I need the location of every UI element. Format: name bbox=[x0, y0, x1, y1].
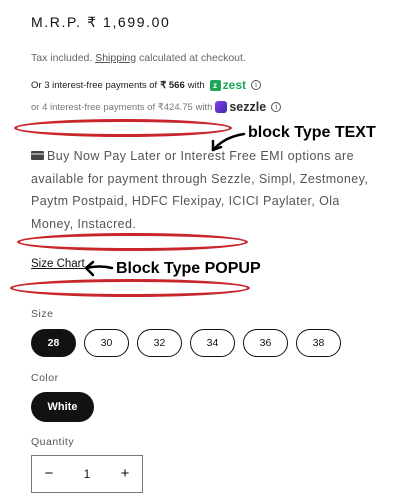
sezzle-text: or 4 interest-free payments of ₹424.75 w… bbox=[31, 101, 213, 113]
size-chart-link[interactable]: Size Chart bbox=[31, 258, 85, 270]
size-option-30[interactable]: 30 bbox=[84, 329, 129, 357]
annotation-oval bbox=[14, 119, 232, 137]
sezzle-mark-icon bbox=[215, 101, 228, 113]
sezzle-installment-line: or 4 interest-free payments of ₹424.75 w… bbox=[31, 100, 282, 114]
quantity-decrease-button[interactable]: − bbox=[32, 456, 66, 492]
quantity-increase-button[interactable]: + bbox=[108, 456, 142, 492]
size-options: 28 30 32 34 36 38 bbox=[31, 329, 341, 357]
zest-prefix: Or 3 interest-free payments of bbox=[31, 79, 158, 91]
zest-mark-icon: z bbox=[209, 79, 221, 91]
zest-installment-line: Or 3 interest-free payments of ₹ 566 wit… bbox=[31, 78, 261, 92]
sezzle-brand: sezzle bbox=[229, 100, 267, 114]
info-icon[interactable]: i bbox=[271, 102, 282, 112]
product-details-panel: M.R.P. ₹ 1,699.00 Tax included. Shipping… bbox=[0, 0, 402, 500]
size-option-28[interactable]: 28 bbox=[31, 329, 76, 357]
annotation-oval bbox=[17, 233, 248, 251]
size-label: Size bbox=[31, 308, 54, 320]
product-price: M.R.P. ₹ 1,699.00 bbox=[31, 14, 171, 30]
zest-amount: ₹ 566 bbox=[160, 79, 185, 91]
size-option-34[interactable]: 34 bbox=[190, 329, 235, 357]
arrow-icon bbox=[84, 132, 246, 277]
size-option-32[interactable]: 32 bbox=[137, 329, 182, 357]
bnpl-text-block: Buy Now Pay Later or Interest Free EMI o… bbox=[31, 145, 381, 235]
annotation-oval bbox=[10, 279, 250, 297]
quantity-input[interactable] bbox=[67, 459, 107, 489]
tax-suffix: calculated at checkout. bbox=[139, 52, 246, 64]
tax-prefix: Tax included. bbox=[31, 52, 93, 64]
annotation-text-block: block Type TEXT bbox=[248, 124, 376, 141]
info-icon[interactable]: i bbox=[251, 80, 261, 90]
quantity-stepper: − + bbox=[31, 455, 143, 493]
bnpl-text: Buy Now Pay Later or Interest Free EMI o… bbox=[31, 149, 369, 231]
zest-logo-icon: z zest bbox=[209, 78, 246, 92]
zest-brand: zest bbox=[222, 78, 246, 92]
annotation-popup-block: Block Type POPUP bbox=[116, 260, 261, 277]
shipping-link[interactable]: Shipping bbox=[95, 52, 136, 64]
sezzle-logo-icon: sezzle bbox=[215, 100, 266, 114]
size-option-36[interactable]: 36 bbox=[243, 329, 288, 357]
zest-with: with bbox=[187, 79, 205, 91]
size-option-38[interactable]: 38 bbox=[296, 329, 341, 357]
quantity-label: Quantity bbox=[31, 436, 75, 448]
color-option-white[interactable]: White bbox=[31, 392, 94, 422]
tax-note: Tax included. Shipping calculated at che… bbox=[31, 52, 246, 64]
color-label: Color bbox=[31, 372, 59, 384]
card-icon bbox=[31, 151, 44, 160]
